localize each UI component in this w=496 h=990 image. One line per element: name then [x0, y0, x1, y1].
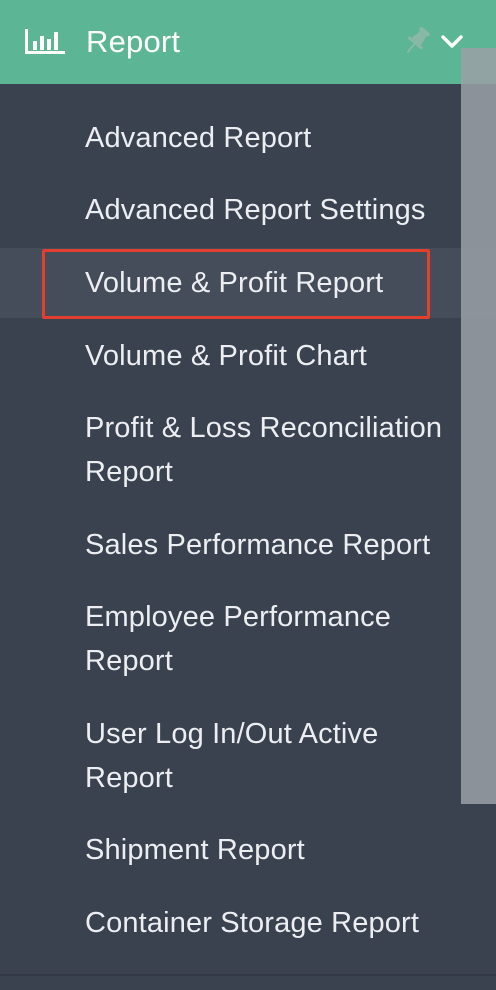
- menu-item-label: Volume & Profit Chart: [85, 340, 367, 372]
- bar-chart-icon: [25, 29, 65, 54]
- report-menu-header[interactable]: Report: [0, 0, 496, 84]
- menu-item-label-line2: Report: [85, 456, 173, 488]
- report-menu-panel: Report Advanced Report Advanced Report S…: [0, 0, 496, 990]
- menu-item-container-storage-report[interactable]: Container Storage Report: [0, 901, 496, 945]
- menu-item-label-line2: Report: [85, 762, 173, 794]
- menu-item-label-line1: Profit & Loss Reconciliation: [85, 412, 443, 444]
- menu-item-profit-loss-reconciliation-report[interactable]: Profit & Loss Reconciliation Report: [0, 406, 496, 494]
- menu-item-label: Shipment Report: [85, 834, 305, 866]
- menu-item-label: Advanced Report: [85, 122, 312, 154]
- selection-highlight: [42, 249, 430, 319]
- menu-item-label: Sales Performance Report: [85, 529, 431, 561]
- menu-item-label: Container Storage Report: [85, 907, 420, 939]
- menu-item-user-log-in-out-active-report[interactable]: User Log In/Out Active Report: [0, 712, 496, 800]
- menu-item-employee-performance-report[interactable]: Employee Performance Report: [0, 595, 496, 683]
- menu-item-shipment-report[interactable]: Shipment Report: [0, 828, 496, 872]
- menu-item-advanced-report[interactable]: Advanced Report: [0, 116, 496, 160]
- menu-item-volume-profit-chart[interactable]: Volume & Profit Chart: [0, 334, 496, 378]
- divider: [0, 974, 496, 976]
- menu-item-label-line2: Report: [85, 645, 173, 677]
- menu-item-sales-performance-report[interactable]: Sales Performance Report: [0, 523, 496, 567]
- menu-title: Report: [86, 24, 181, 59]
- menu-item-advanced-report-settings[interactable]: Advanced Report Settings: [0, 188, 496, 232]
- menu-item-label-line1: Employee Performance: [85, 601, 392, 633]
- pin-icon[interactable]: [400, 24, 434, 58]
- menu-item-label-line1: User Log In/Out Active: [85, 718, 379, 750]
- scrollbar-thumb[interactable]: [461, 48, 496, 804]
- menu-item-label: Advanced Report Settings: [85, 194, 426, 226]
